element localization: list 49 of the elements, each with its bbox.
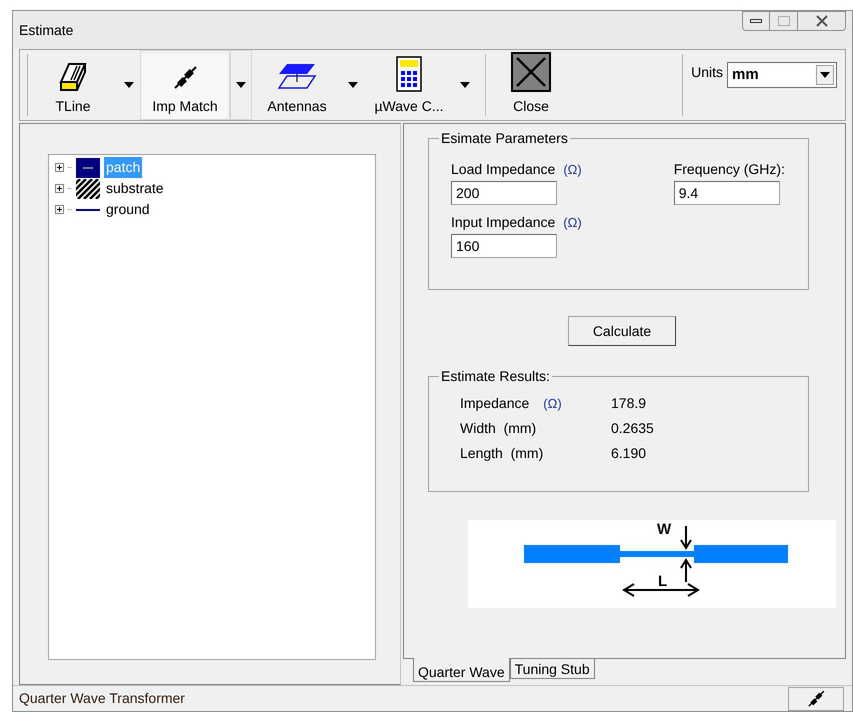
dropdown-caret-icon[interactable] <box>236 81 246 89</box>
expand-icon[interactable] <box>55 205 64 214</box>
ohm-symbol: (Ω) <box>543 394 562 413</box>
result-value: 178.9 <box>611 394 646 413</box>
group-title: Estimate Results: <box>439 368 552 384</box>
tab[interactable]: Tuning Stub <box>510 659 595 679</box>
tree-item[interactable]: substrate <box>104 178 166 199</box>
result-label: Impedance <box>460 394 530 413</box>
result-value: 6.190 <box>611 444 646 463</box>
close-window-button[interactable] <box>798 11 846 31</box>
units-dropdown[interactable]: mm <box>727 62 837 88</box>
ohm-symbol: (Ω) <box>563 160 582 179</box>
dropdown-caret-icon[interactable] <box>820 71 830 79</box>
text-field[interactable]: 9.4 <box>674 181 780 205</box>
toolbar-button[interactable]: Imp Match <box>140 50 230 120</box>
minimize-button[interactable] <box>742 11 770 31</box>
status-text: Quarter Wave Transformer <box>19 689 185 708</box>
expand-icon[interactable] <box>55 184 64 193</box>
dropdown-caret-icon[interactable] <box>348 81 358 89</box>
dropdown-caret-icon[interactable] <box>460 81 470 89</box>
toolbar-button[interactable]: Antennas <box>252 50 342 120</box>
window-title: Estimate <box>19 20 74 40</box>
expand-icon[interactable] <box>55 163 64 172</box>
tree-item[interactable]: ground <box>104 199 152 220</box>
text-field[interactable]: 200 <box>451 181 557 205</box>
units-label: Units <box>691 63 723 82</box>
result-value: 0.2635 <box>611 419 654 438</box>
toolbar-button[interactable]: Close <box>486 50 576 120</box>
result-label: Length (mm) <box>460 444 544 463</box>
connector-icon <box>806 688 826 708</box>
ohm-symbol: (Ω) <box>563 214 582 232</box>
close-icon <box>816 15 828 27</box>
width-label: W <box>657 522 672 537</box>
field-label: Load Impedance <box>451 160 556 179</box>
field-label: Frequency (GHz): <box>674 160 785 179</box>
toolbar-button[interactable]: TLine <box>28 50 118 120</box>
toolbar-button[interactable]: µWave C... <box>364 50 454 120</box>
field-label: Input Impedance <box>451 213 556 232</box>
result-label: Width (mm) <box>460 419 536 438</box>
tab[interactable]: Quarter Wave <box>413 658 510 682</box>
patch-icon <box>76 158 100 178</box>
close-icon <box>511 52 551 92</box>
hatch-icon <box>76 178 100 198</box>
text-field[interactable]: 160 <box>451 234 557 258</box>
calculator-icon <box>395 56 423 92</box>
length-label: L <box>658 574 668 589</box>
group-title: Esimate Parameters <box>439 130 570 146</box>
dropdown-caret-icon[interactable] <box>124 81 134 89</box>
calculate-button[interactable]: Calculate <box>568 316 676 346</box>
